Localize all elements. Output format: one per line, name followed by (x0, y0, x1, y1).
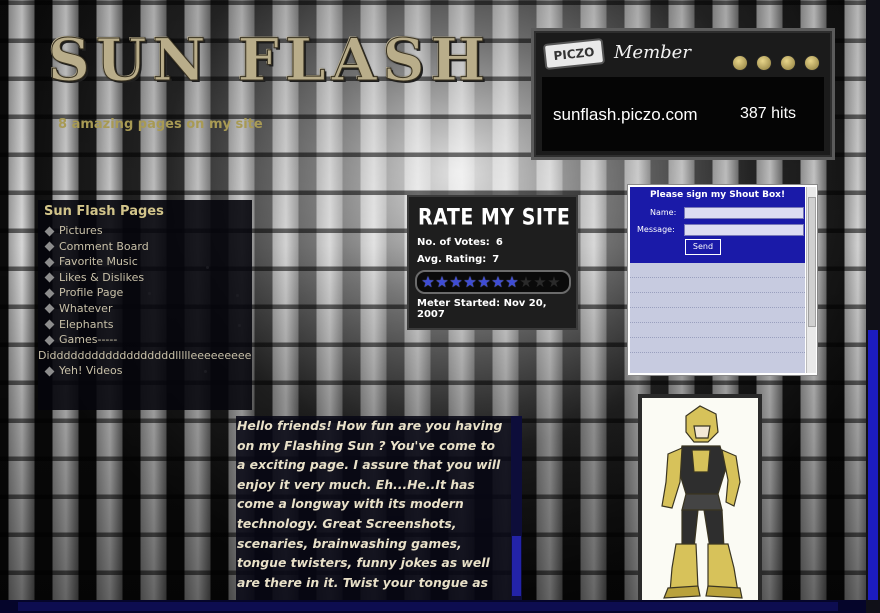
nav-list: Pictures Comment Board Favorite Music Li… (38, 223, 251, 379)
nav-item-label[interactable]: Comment Board (59, 240, 149, 253)
nav-item-profile-page[interactable]: Profile Page (44, 285, 251, 301)
horizontal-scrollbar[interactable] (0, 600, 866, 613)
shout-message (630, 293, 805, 308)
nav-item-label[interactable]: Yeh! Videos (59, 364, 122, 377)
rate-title: RATE MY SITE (418, 205, 571, 231)
nav-item-label[interactable]: Favorite Music (59, 255, 138, 268)
site-tagline: 8 amazing pages on my site (58, 117, 263, 132)
nav-item-pictures[interactable]: Pictures (44, 223, 251, 239)
member-label: Member (614, 42, 691, 63)
star-filled-icon[interactable]: ★ (505, 274, 519, 290)
nav-item-games[interactable]: Games----- (44, 332, 251, 348)
shout-message (630, 263, 805, 278)
star-rating-bar[interactable]: ★ ★ ★ ★ ★ ★ ★ ★ ★ ★ (415, 270, 571, 294)
character-image (642, 398, 758, 604)
star-filled-icon[interactable]: ★ (449, 274, 463, 290)
nav-item-likes-dislikes[interactable]: Likes & Dislikes (44, 270, 251, 286)
member-display: sunflash.piczo.com 387 hits (542, 77, 824, 151)
nav-item-whatever[interactable]: Whatever (44, 301, 251, 317)
dot-icon (732, 55, 748, 71)
site-logo: SUN FLASH (47, 26, 492, 95)
nav-item-label[interactable]: Likes & Dislikes (59, 271, 144, 284)
piczo-badge: PICZO (542, 37, 606, 71)
welcome-message-box[interactable]: Hello friends! How fun are you having on… (236, 416, 522, 602)
star-filled-icon[interactable]: ★ (463, 274, 477, 290)
name-label: Name: (650, 208, 677, 217)
star-filled-icon[interactable]: ★ (421, 274, 435, 290)
shout-form: Please sign my Shout Box! Name: Message:… (630, 187, 805, 263)
nav-item-videos[interactable]: Yeh! Videos (44, 363, 251, 379)
welcome-scrollbar[interactable] (511, 416, 522, 602)
star-empty-icon[interactable]: ★ (519, 274, 533, 290)
shout-message (630, 323, 805, 338)
rate-my-site-widget: RATE MY SITE No. of Votes: 6 Avg. Rating:… (407, 195, 578, 330)
nav-item-elephants[interactable]: Elephants (44, 317, 251, 333)
hit-counter: 387 hits (740, 105, 797, 122)
nav-panel: Sun Flash Pages Pictures Comment Board F… (38, 200, 252, 410)
name-field[interactable] (684, 207, 804, 219)
send-button[interactable]: Send (685, 239, 721, 255)
member-dots (732, 55, 820, 71)
nav-item-label[interactable]: Pictures (59, 224, 103, 237)
star-empty-icon[interactable]: ★ (533, 274, 547, 290)
shout-messages (630, 263, 805, 373)
nav-item-label[interactable]: Profile Page (59, 286, 123, 299)
shout-message (630, 278, 805, 293)
scrollbar-thumb[interactable] (868, 330, 878, 600)
avg-rating-label: Avg. Rating: (417, 254, 487, 265)
diamond-bullet-icon (44, 304, 55, 314)
diamond-bullet-icon (44, 366, 55, 377)
meter-started: Meter Started: Nov 20, 2007 (417, 298, 547, 320)
character-image-frame (638, 394, 762, 608)
message-label: Message: (637, 225, 675, 234)
dot-icon (756, 55, 772, 71)
scrollbar-thumb[interactable] (18, 602, 838, 611)
diamond-bullet-icon (44, 257, 55, 268)
shout-box: Please sign my Shout Box! Name: Message:… (627, 184, 818, 376)
nav-title: Sun Flash Pages (44, 204, 164, 219)
member-url[interactable]: sunflash.piczo.com (553, 105, 698, 125)
scrollbar-thumb[interactable] (808, 197, 816, 327)
shout-message (630, 338, 805, 353)
nav-item-label[interactable]: Diddddddddddddddddddllllleeeeeeeee (38, 349, 251, 362)
votes-line: No. of Votes: 6 (417, 237, 503, 248)
vertical-scrollbar[interactable] (866, 0, 880, 613)
nav-item-favorite-music[interactable]: Favorite Music (44, 254, 251, 270)
nav-item-label[interactable]: Elephants (59, 318, 113, 331)
star-empty-icon[interactable]: ★ (547, 274, 561, 290)
diamond-bullet-icon (44, 241, 55, 252)
scrollbar-thumb[interactable] (512, 536, 521, 596)
diamond-bullet-icon (44, 272, 55, 283)
diamond-bullet-icon (44, 335, 55, 346)
diamond-bullet-icon (44, 288, 55, 299)
welcome-text: Hello friends! How fun are you having on… (237, 418, 503, 590)
message-field[interactable] (684, 224, 804, 236)
nav-item-games-continued[interactable]: Diddddddddddddddddddllllleeeeeeeee (38, 348, 251, 364)
diamond-bullet-icon (44, 226, 55, 236)
star-filled-icon[interactable]: ★ (435, 274, 449, 290)
shout-title: Please sign my Shout Box! (649, 190, 786, 200)
dot-icon (804, 55, 820, 71)
star-filled-icon[interactable]: ★ (477, 274, 491, 290)
dot-icon (780, 55, 796, 71)
avg-rating-value: 7 (492, 254, 500, 265)
piczo-member-widget[interactable]: PICZO Member sunflash.piczo.com 387 hits (531, 28, 835, 160)
votes-label: No. of Votes: (417, 237, 490, 248)
nav-item-label[interactable]: Games----- (59, 333, 117, 346)
diamond-bullet-icon (44, 319, 55, 330)
star-filled-icon[interactable]: ★ (491, 274, 505, 290)
shout-scrollbar[interactable] (806, 187, 816, 373)
armored-hero-figure (661, 405, 743, 599)
shout-message (630, 308, 805, 323)
nav-item-label[interactable]: Whatever (59, 302, 112, 315)
avg-rating-line: Avg. Rating: 7 (417, 254, 499, 265)
votes-value: 6 (495, 237, 503, 248)
nav-item-comment-board[interactable]: Comment Board (44, 239, 251, 255)
